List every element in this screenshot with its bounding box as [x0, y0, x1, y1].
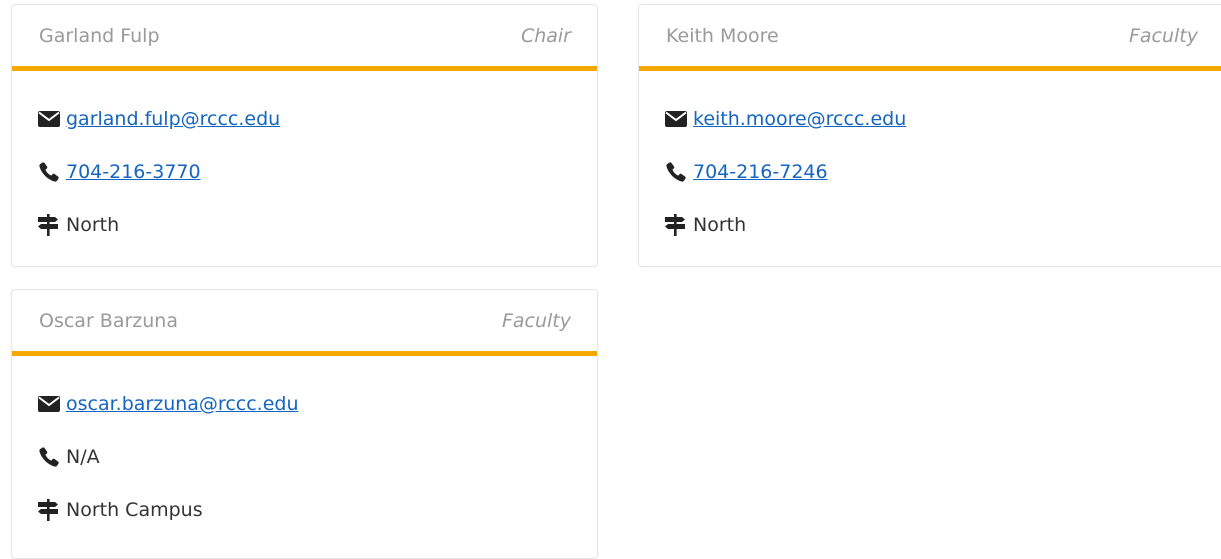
envelope-icon	[38, 108, 62, 130]
staff-card: Keith Moore Faculty keith.moore@rccc.edu…	[638, 4, 1221, 267]
staff-name: Oscar Barzuna	[39, 309, 178, 332]
location-row: North	[38, 212, 119, 238]
staff-role: Faculty	[501, 309, 571, 332]
staff-name: Keith Moore	[666, 24, 779, 47]
email-row: garland.fulp@rccc.edu	[38, 106, 280, 132]
card-header: Garland Fulp Chair	[12, 5, 597, 71]
signpost-icon	[38, 214, 62, 236]
phone-link[interactable]: 704-216-3770	[66, 161, 201, 183]
phone-icon	[38, 446, 62, 468]
staff-role: Chair	[520, 24, 571, 47]
envelope-icon	[38, 393, 62, 415]
phone-link[interactable]: 704-216-7246	[693, 161, 828, 183]
location-row: North Campus	[38, 497, 203, 523]
card-header: Oscar Barzuna Faculty	[12, 290, 597, 356]
phone-row: 704-216-3770	[38, 159, 201, 185]
phone-text: N/A	[66, 446, 100, 468]
phone-icon	[38, 161, 62, 183]
location-row: North	[665, 212, 746, 238]
location-text: North Campus	[66, 499, 203, 521]
staff-card: Oscar Barzuna Faculty oscar.barzuna@rccc…	[11, 289, 598, 559]
phone-row: N/A	[38, 444, 100, 470]
phone-row: 704-216-7246	[665, 159, 828, 185]
staff-name: Garland Fulp	[39, 24, 160, 47]
location-text: North	[66, 214, 120, 236]
email-link[interactable]: oscar.barzuna@rccc.edu	[66, 393, 299, 415]
envelope-icon	[665, 108, 689, 130]
staff-card: Garland Fulp Chair garland.fulp@rccc.edu…	[11, 4, 598, 267]
email-link[interactable]: garland.fulp@rccc.edu	[66, 108, 280, 130]
staff-role: Faculty	[1128, 24, 1198, 47]
location-text: North	[693, 214, 747, 236]
signpost-icon	[665, 214, 689, 236]
email-link[interactable]: keith.moore@rccc.edu	[693, 108, 906, 130]
signpost-icon	[38, 499, 62, 521]
email-row: oscar.barzuna@rccc.edu	[38, 391, 299, 417]
phone-icon	[665, 161, 689, 183]
card-header: Keith Moore Faculty	[639, 5, 1221, 71]
email-row: keith.moore@rccc.edu	[665, 106, 906, 132]
